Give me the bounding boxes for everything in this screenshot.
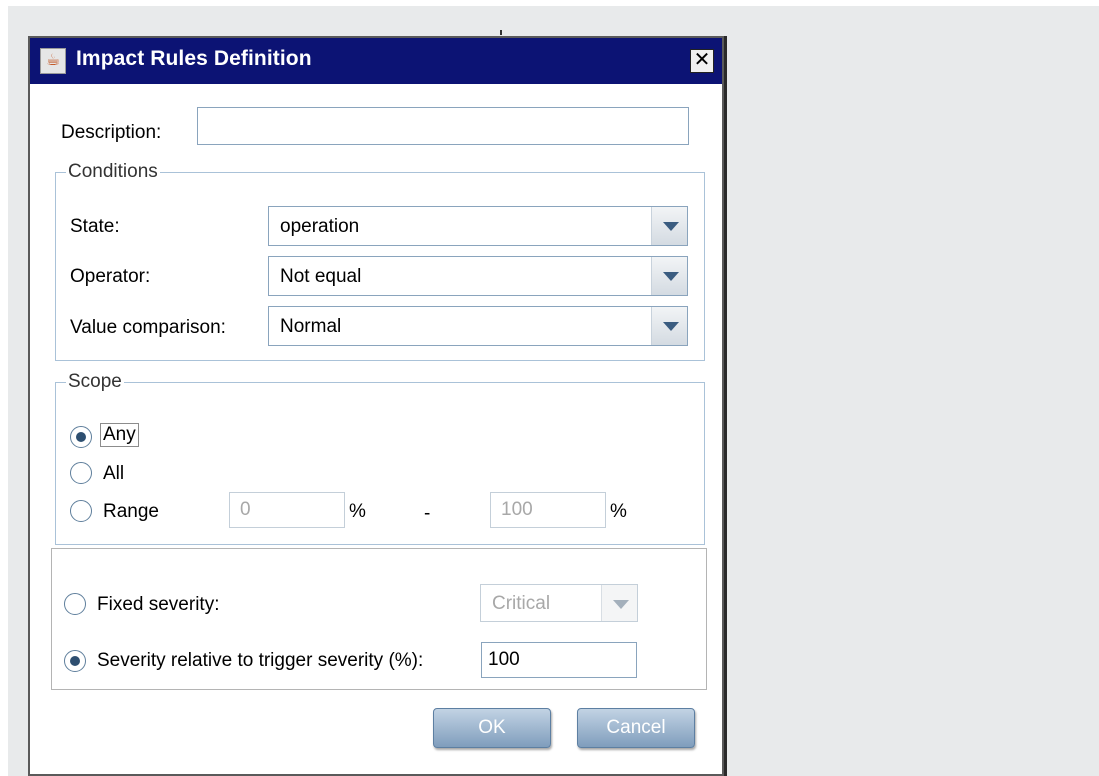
fixed-severity-radio[interactable] xyxy=(64,593,86,615)
range-from-percent: % xyxy=(349,501,366,522)
fixed-severity-value: Critical xyxy=(492,593,551,614)
background-tick xyxy=(500,30,502,35)
scope-range-radio[interactable] xyxy=(70,500,92,522)
value-comparison-dropdown[interactable]: Normal xyxy=(268,306,688,346)
state-label: State: xyxy=(70,216,120,237)
dialog-title: Impact Rules Definition xyxy=(76,47,312,70)
java-icon: ☕ xyxy=(40,48,66,74)
title-bar[interactable]: ☕ Impact Rules Definition ✕ xyxy=(30,38,722,84)
chevron-down-icon[interactable] xyxy=(651,307,687,345)
chevron-down-icon[interactable] xyxy=(651,257,687,295)
description-input[interactable] xyxy=(197,107,689,145)
range-from-input[interactable] xyxy=(229,492,345,528)
close-button[interactable]: ✕ xyxy=(690,49,714,73)
scope-all-label[interactable]: All xyxy=(103,463,124,485)
operator-dropdown[interactable]: Not equal xyxy=(268,256,688,296)
relative-severity-label[interactable]: Severity relative to trigger severity (%… xyxy=(97,650,423,672)
state-dropdown[interactable]: operation xyxy=(268,206,688,246)
range-dash: - xyxy=(424,503,431,524)
operator-label: Operator: xyxy=(70,266,151,287)
state-value: operation xyxy=(280,216,360,237)
value-comparison-label: Value comparison: xyxy=(70,317,226,338)
relative-severity-input[interactable] xyxy=(481,642,637,678)
impact-rules-dialog: ☕ Impact Rules Definition ✕ Description:… xyxy=(28,36,724,776)
scope-range-label[interactable]: Range xyxy=(103,501,159,523)
scope-any-radio[interactable] xyxy=(70,426,92,448)
chevron-down-icon[interactable] xyxy=(651,207,687,245)
range-to-input[interactable] xyxy=(490,492,606,528)
ok-button[interactable]: OK xyxy=(433,708,551,748)
fixed-severity-label[interactable]: Fixed severity: xyxy=(97,594,219,616)
description-label: Description: xyxy=(61,122,162,143)
cancel-button[interactable]: Cancel xyxy=(577,708,695,748)
value-comparison-value: Normal xyxy=(280,316,342,337)
range-to-percent: % xyxy=(610,501,627,522)
scope-any-label[interactable]: Any xyxy=(100,423,139,447)
relative-severity-radio[interactable] xyxy=(64,650,86,672)
chevron-down-icon[interactable] xyxy=(601,585,637,621)
fixed-severity-dropdown[interactable]: Critical xyxy=(480,584,638,622)
scope-title: Scope xyxy=(66,371,124,393)
scope-all-radio[interactable] xyxy=(70,462,92,484)
conditions-title: Conditions xyxy=(66,161,160,183)
operator-value: Not equal xyxy=(280,266,362,287)
